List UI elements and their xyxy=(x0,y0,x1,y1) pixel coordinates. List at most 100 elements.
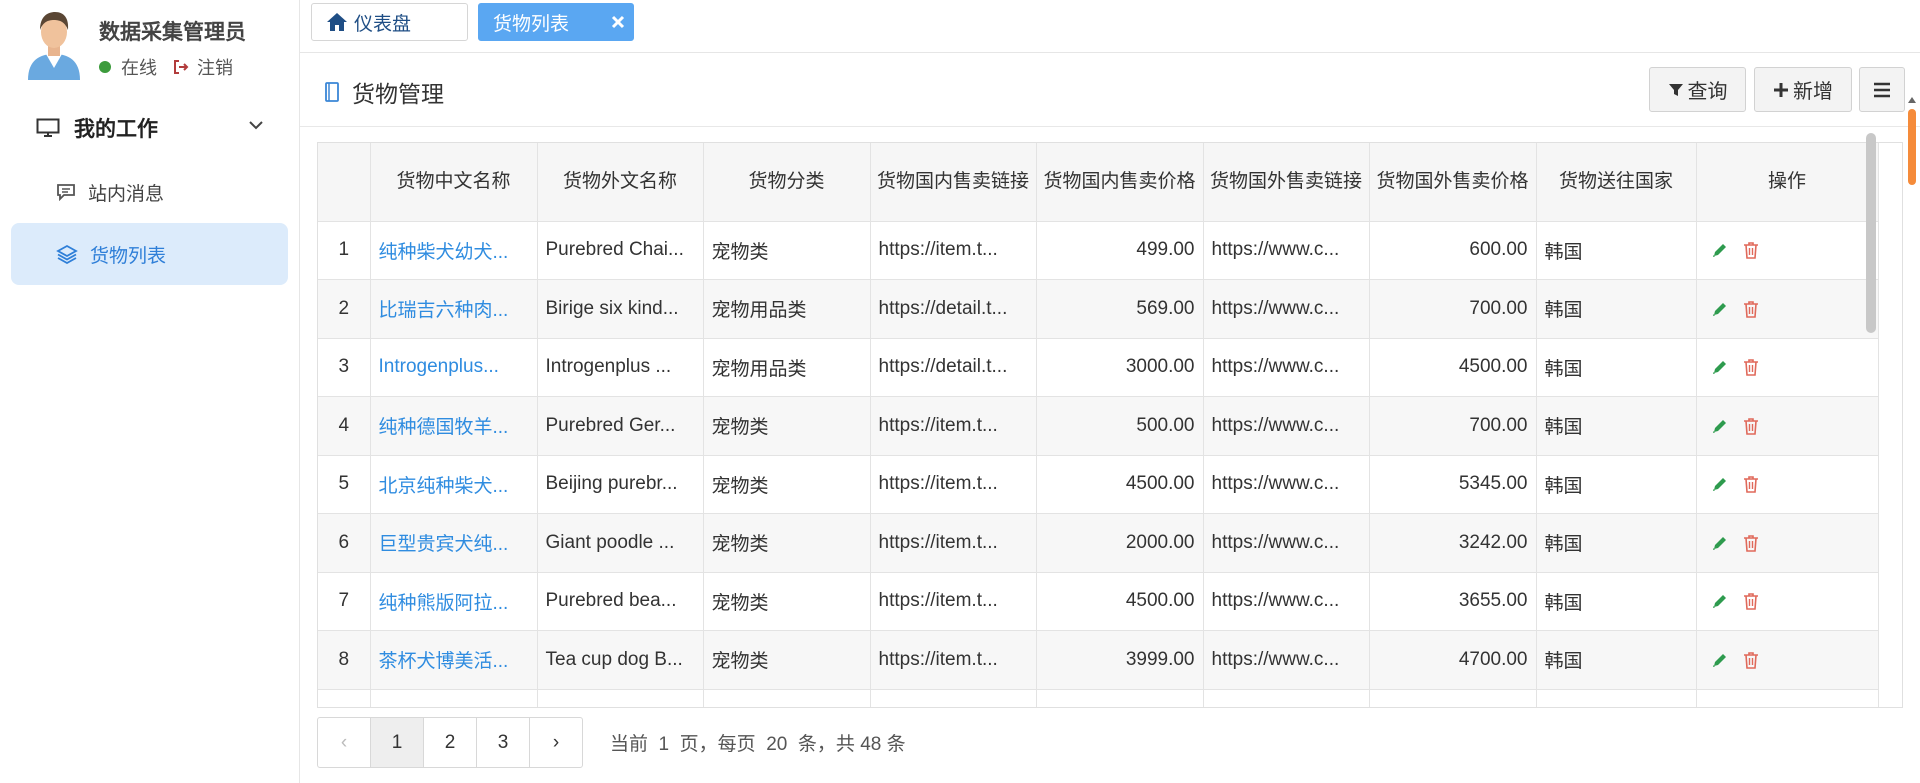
panel-header: 货物管理 查询 新增 xyxy=(300,53,1920,127)
edit-icon[interactable] xyxy=(1711,651,1729,669)
row-index: 5 xyxy=(318,455,371,514)
cell-destination: 韩国 xyxy=(1536,338,1697,397)
row-index: 6 xyxy=(318,513,371,573)
table-row[interactable]: 6 巨型贵宾犬纯... Giant poodle ... 宠物类 https://ite… xyxy=(318,513,1879,573)
cell-name-foreign: Beijing purebr... xyxy=(537,455,704,514)
edit-icon[interactable] xyxy=(1711,300,1729,318)
cell-domestic-price: 4500.00 xyxy=(1036,455,1204,514)
cell-category: 宠物用品类 xyxy=(703,338,871,397)
logout-icon[interactable] xyxy=(173,59,189,75)
table-row[interactable]: 8 茶杯犬博美活... Tea cup dog B... 宠物类 https://ite… xyxy=(318,630,1879,690)
add-button[interactable]: 新增 xyxy=(1754,67,1852,112)
cell-category: 宠物类 xyxy=(703,630,871,690)
tab-goods-list[interactable]: 货物列表 xyxy=(478,3,634,41)
cell-name-cn[interactable]: 纯种德国牧羊... xyxy=(370,396,538,456)
row-index: 7 xyxy=(318,572,371,631)
cell-destination xyxy=(1536,689,1697,707)
table-scrollbar[interactable] xyxy=(1866,133,1876,333)
sidebar: 数据采集管理员 在线 注销 我的工作 站内消息 货物列表 xyxy=(0,0,300,783)
column-header[interactable]: 货物国内售卖价格 xyxy=(1036,143,1204,222)
page-scrollbar[interactable] xyxy=(1907,97,1917,187)
cell-name-cn[interactable]: 巨型贵宾犬纯... xyxy=(370,513,538,573)
query-button[interactable]: 查询 xyxy=(1649,67,1746,112)
cell-destination: 韩国 xyxy=(1536,513,1697,573)
cell-name-cn[interactable]: 北京纯种柴犬... xyxy=(370,455,538,514)
goods-table: 货物中文名称 货物外文名称 货物分类 货物国内售卖链接 货物国内售卖价格 货物国… xyxy=(317,142,1903,708)
tab-label: 货物列表 xyxy=(493,13,570,35)
edit-icon[interactable] xyxy=(1711,417,1729,435)
row-index xyxy=(318,689,371,707)
edit-icon[interactable] xyxy=(1711,358,1729,376)
menu-group-my-work[interactable]: 我的工作 xyxy=(36,110,298,146)
page-button[interactable]: 2 xyxy=(423,717,477,768)
cell-domestic-price: 500.00 xyxy=(1036,396,1204,456)
table-row[interactable]: 7 纯种熊版阿拉... Purebred bea... 宠物类 https://item… xyxy=(318,572,1879,631)
column-header[interactable]: 货物中文名称 xyxy=(370,143,538,222)
row-index: 8 xyxy=(318,630,371,690)
prev-page-button[interactable]: ‹ xyxy=(317,717,371,768)
delete-icon[interactable] xyxy=(1743,592,1759,611)
cell-name-cn[interactable]: 茶杯犬博美活... xyxy=(370,630,538,690)
column-header[interactable]: 货物分类 xyxy=(703,143,871,222)
plus-icon xyxy=(1773,82,1789,98)
cell-domestic-link: https://detail.t... xyxy=(870,279,1037,339)
table-row[interactable]: 2 比瑞吉六种肉... Birige six kind... 宠物用品类 https:/… xyxy=(318,279,1879,339)
sidebar-item-goods-list[interactable]: 货物列表 xyxy=(11,223,288,285)
page-button[interactable]: 1 xyxy=(370,717,424,768)
column-header[interactable]: 货物国外售卖链接 xyxy=(1203,143,1370,222)
delete-icon[interactable] xyxy=(1743,475,1759,494)
edit-icon[interactable] xyxy=(1711,475,1729,493)
menu-group-label: 我的工作 xyxy=(74,118,158,141)
chevron-down-icon[interactable] xyxy=(248,119,264,131)
delete-icon[interactable] xyxy=(1743,300,1759,318)
cell-category: 宠物用品类 xyxy=(703,279,871,339)
cell-name-foreign xyxy=(537,689,704,707)
delete-icon[interactable] xyxy=(1743,358,1759,377)
query-button-label: 查询 xyxy=(1687,81,1728,103)
cell-name-cn[interactable]: 纯种熊版阿拉... xyxy=(370,572,538,631)
edit-icon[interactable] xyxy=(1711,241,1729,259)
page-button[interactable]: 3 xyxy=(476,717,530,768)
edit-icon[interactable] xyxy=(1711,534,1729,552)
cell-destination: 韩国 xyxy=(1536,455,1697,514)
cell-name-cn[interactable]: 比瑞吉六种肉... xyxy=(370,279,538,339)
tab-bar: 仪表盘 货物列表 xyxy=(300,0,1920,53)
close-icon[interactable] xyxy=(609,13,627,31)
table-row[interactable]: 4 纯种德国牧羊... Purebred Ger... 宠物类 https://item… xyxy=(318,396,1879,456)
cell-name-cn[interactable]: Introgenplus... xyxy=(370,338,538,397)
more-menu-button[interactable] xyxy=(1859,67,1905,112)
logout-link[interactable]: 注销 xyxy=(197,54,233,80)
table-row[interactable]: 5 北京纯种柴犬... Beijing purebr... 宠物类 https://it… xyxy=(318,455,1879,514)
cell-foreign-price xyxy=(1369,689,1537,707)
table-row[interactable]: 3 Introgenplus... Introgenplus ... 宠物用品类 htt… xyxy=(318,338,1879,397)
row-actions xyxy=(1696,338,1879,397)
next-page-button[interactable]: › xyxy=(529,717,583,768)
filter-icon xyxy=(1668,82,1684,98)
cell-foreign-price: 700.00 xyxy=(1369,396,1537,456)
user-name: 数据采集管理员 xyxy=(99,21,246,44)
tab-label: 仪表盘 xyxy=(354,13,412,35)
delete-icon[interactable] xyxy=(1743,534,1759,552)
column-header[interactable]: 货物国外售卖价格 xyxy=(1369,143,1537,222)
column-header[interactable]: 货物外文名称 xyxy=(537,143,704,222)
column-header[interactable]: 货物送往国家 xyxy=(1536,143,1697,222)
column-header[interactable]: 货物国内售卖链接 xyxy=(870,143,1037,222)
row-actions xyxy=(1696,689,1879,707)
edit-icon[interactable] xyxy=(1711,592,1729,610)
cell-name-cn[interactable]: 纯种柴犬幼犬... xyxy=(370,221,538,280)
sidebar-item-messages[interactable]: 站内消息 xyxy=(11,161,288,223)
row-index: 3 xyxy=(318,338,371,397)
table-row[interactable]: 1 纯种柴犬幼犬... Purebred Chai... 宠物类 https://ite… xyxy=(318,221,1879,280)
tab-dashboard[interactable]: 仪表盘 xyxy=(311,3,468,41)
cell-foreign-link xyxy=(1203,689,1370,707)
delete-icon[interactable] xyxy=(1743,417,1759,435)
layers-icon xyxy=(56,244,78,264)
cell-destination: 韩国 xyxy=(1536,572,1697,631)
cell-domestic-price: 4500.00 xyxy=(1036,572,1204,631)
delete-icon[interactable] xyxy=(1743,241,1759,260)
table-row[interactable] xyxy=(318,689,1879,707)
cell-foreign-price: 3242.00 xyxy=(1369,513,1537,573)
delete-icon[interactable] xyxy=(1743,651,1759,669)
row-actions xyxy=(1696,630,1879,690)
cell-name-cn[interactable] xyxy=(370,689,538,707)
